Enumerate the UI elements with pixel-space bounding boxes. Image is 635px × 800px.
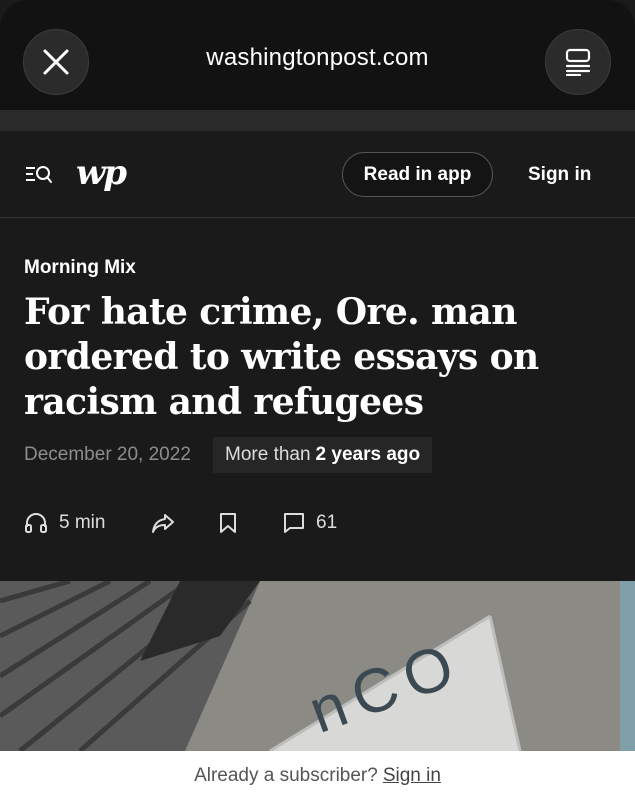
comments-button[interactable]: 61 <box>283 505 337 541</box>
menu-search-icon <box>26 166 52 183</box>
article-tools: 5 min 61 <box>0 505 635 541</box>
share-button[interactable] <box>151 505 175 541</box>
article-headline: For hate crime, Ore. man ordered to writ… <box>24 291 539 423</box>
comment-count: 61 <box>316 512 338 533</box>
bookmark-icon <box>220 513 236 533</box>
article-hero-image: nCO <box>0 581 635 751</box>
comment-icon <box>284 513 304 533</box>
article-kicker[interactable]: Morning Mix <box>24 257 136 279</box>
share-icon <box>152 514 174 533</box>
listen-button[interactable]: 5 min <box>24 505 105 541</box>
article-age-badge: More than 2 years ago <box>213 437 433 473</box>
article-date: December 20, 2022 <box>24 444 191 465</box>
reader-mode-icon <box>565 48 591 76</box>
listen-duration: 5 min <box>59 512 106 533</box>
age-value: 2 years ago <box>315 444 421 465</box>
menu-search-button[interactable] <box>25 163 53 187</box>
page-progress-strip <box>0 110 635 131</box>
browser-toolbar: washingtonpost.com <box>0 0 635 110</box>
sign-in-button[interactable]: Sign in <box>528 164 591 186</box>
site-header: wp Read in app Sign in <box>0 131 635 218</box>
footer-sign-in-link[interactable]: Sign in <box>383 765 441 787</box>
reader-mode-button[interactable] <box>545 29 611 95</box>
age-prefix: More than <box>225 444 311 465</box>
wp-logo[interactable]: wp <box>76 153 127 193</box>
subscriber-banner: Already a subscriber? Sign in <box>0 751 635 800</box>
subscriber-prompt: Already a subscriber? <box>194 764 378 786</box>
bookmark-button[interactable] <box>218 505 238 541</box>
headphones-icon <box>25 513 47 533</box>
read-in-app-button[interactable]: Read in app <box>342 152 493 197</box>
url-label[interactable]: washingtonpost.com <box>0 44 635 72</box>
